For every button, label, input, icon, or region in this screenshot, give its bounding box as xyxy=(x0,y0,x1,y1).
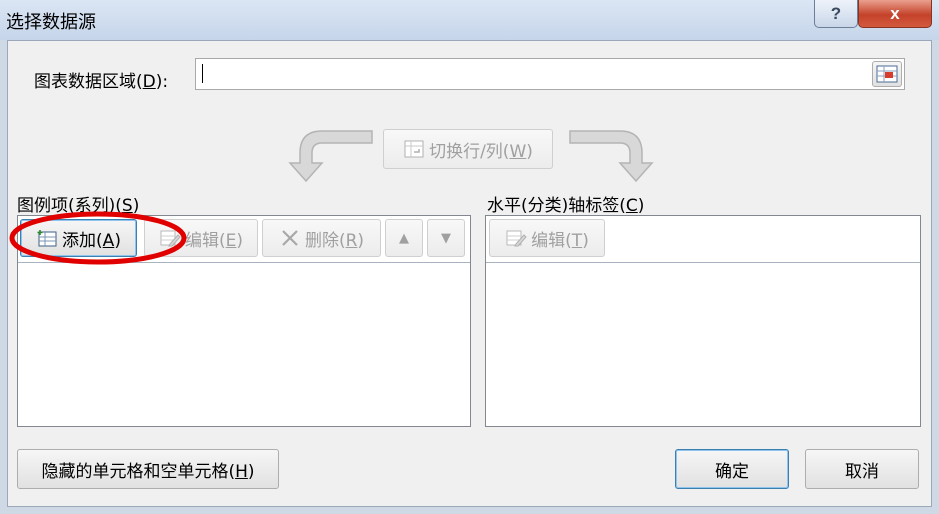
arrow-down-icon: ▼ xyxy=(441,230,451,246)
move-up-button[interactable]: ▲ xyxy=(385,219,423,257)
add-series-button[interactable]: 添加(A) xyxy=(20,219,137,257)
edit-axis-icon xyxy=(505,228,527,248)
hidden-empty-cells-label: 隐藏的单元格和空单元格(H) xyxy=(41,461,255,482)
range-collapse-button[interactable] xyxy=(872,61,902,87)
left-curved-arrow-icon xyxy=(288,130,373,183)
switch-row-column-icon xyxy=(403,139,425,159)
range-label: 图表数据区域(D): xyxy=(34,72,169,92)
close-button[interactable]: x xyxy=(858,0,932,28)
move-down-button[interactable]: ▼ xyxy=(427,219,465,257)
axis-header: 水平(分类)轴标签(C) xyxy=(487,196,645,216)
remove-series-button[interactable]: 删除(R) xyxy=(262,219,381,257)
edit-axis-labels-button[interactable]: 编辑(T) xyxy=(489,219,605,257)
cancel-button[interactable]: 取消 xyxy=(805,449,919,489)
range-input[interactable] xyxy=(195,58,905,90)
add-series-label: 添加(A) xyxy=(62,230,121,251)
edit-axis-label: 编辑(T) xyxy=(531,230,589,251)
add-series-icon xyxy=(36,228,58,248)
delete-x-icon xyxy=(279,228,301,248)
edit-series-icon xyxy=(159,228,181,248)
legend-toolbar-divider xyxy=(18,262,470,263)
ok-button[interactable]: 确定 xyxy=(675,449,789,489)
help-button[interactable]: ? xyxy=(814,0,858,28)
remove-series-label: 删除(R) xyxy=(304,230,365,251)
legend-header: 图例项(系列)(S) xyxy=(17,196,140,216)
hidden-empty-cells-button[interactable]: 隐藏的单元格和空单元格(H) xyxy=(17,449,279,489)
arrow-up-icon: ▲ xyxy=(399,230,409,246)
title-bar: 选择数据源 ? x xyxy=(0,0,939,40)
edit-series-label: 编辑(E) xyxy=(184,230,244,251)
edit-series-button[interactable]: 编辑(E) xyxy=(144,219,258,257)
switch-row-column-label: 切换行/列(W) xyxy=(429,141,533,162)
switch-row-column-button[interactable]: 切换行/列(W) xyxy=(383,129,553,169)
text-cursor xyxy=(202,64,203,83)
range-select-icon xyxy=(876,64,898,84)
right-curved-arrow-icon xyxy=(569,130,654,183)
dialog-body: 图表数据区域(D): 切换行/列(W) 图例项(系列)(S) 添加(A) 编辑(… xyxy=(7,40,932,507)
window-title: 选择数据源 xyxy=(6,12,96,33)
axis-toolbar-divider xyxy=(486,262,920,263)
